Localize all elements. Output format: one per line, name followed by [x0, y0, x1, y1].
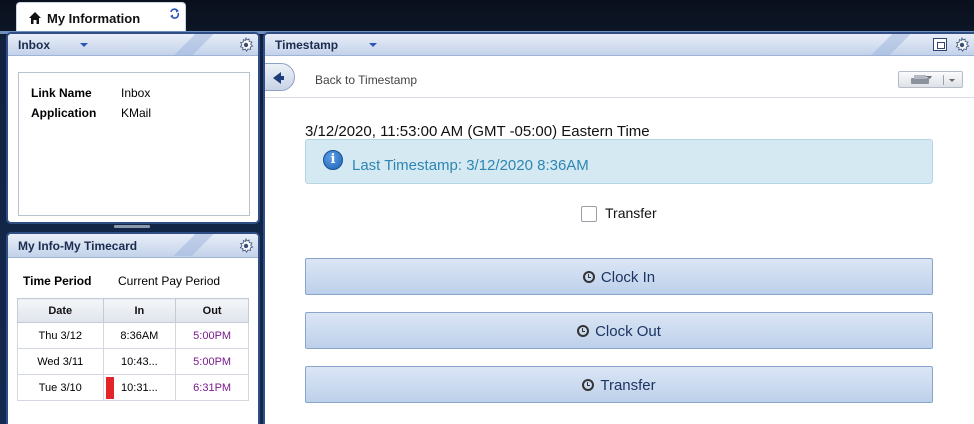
column-header-in[interactable]: In [102, 298, 177, 323]
link-info-box: Link Name Inbox Application KMail [18, 72, 250, 216]
timecard-panel-header: My Info-My Timecard [8, 234, 258, 258]
column-header-out[interactable]: Out [175, 298, 249, 323]
back-button[interactable] [265, 63, 295, 91]
clock-icon [582, 271, 595, 283]
table-row[interactable]: Tue 3/10 10:31... 6:31PM [17, 374, 249, 401]
inbox-panel-title: Inbox [18, 38, 50, 52]
timecard-panel: My Info-My Timecard Time Period Current … [6, 232, 260, 424]
timecard-table: Date In Out Thu 3/12 8:36AM 5:00PM Wed 3… [17, 298, 249, 401]
table-row[interactable]: Thu 3/12 8:36AM 5:00PM [17, 322, 249, 349]
inbox-panel: Inbox Link Name Inbox Application KMail [6, 32, 260, 224]
timestamp-panel-header: Timestamp [265, 34, 974, 56]
refresh-icon[interactable] [169, 8, 180, 19]
row-out: 5:00PM [175, 322, 249, 349]
transfer-checkbox[interactable] [581, 206, 597, 222]
transfer-checkbox-label[interactable]: Transfer [605, 205, 657, 221]
inbox-panel-header: Inbox [8, 34, 258, 56]
row-out: 6:31PM [175, 374, 249, 401]
home-icon [29, 12, 41, 24]
gear-icon[interactable] [238, 37, 254, 53]
current-datetime: 3/12/2020, 11:53:00 AM (GMT -05:00) East… [305, 123, 650, 140]
separator [943, 75, 944, 85]
header-decoration [158, 34, 228, 56]
print-button[interactable] [898, 71, 963, 88]
table-row[interactable]: Wed 3/11 10:43... 5:00PM [17, 348, 249, 375]
inbox-menu-dropdown-icon[interactable] [80, 43, 88, 47]
tab-my-information[interactable]: My Information [16, 2, 186, 32]
back-link[interactable]: Back to Timestamp [315, 73, 417, 87]
last-timestamp-text: Last Timestamp: 3/12/2020 8:36AM [352, 157, 589, 174]
time-period-value: Current Pay Period [118, 274, 221, 288]
printer-icon [911, 75, 932, 84]
tab-title: My Information [47, 11, 141, 26]
clock-icon [582, 379, 595, 391]
row-in: 8:36AM [102, 322, 177, 349]
row-in-cell: 10:31... [102, 374, 177, 401]
timecard-panel-title: My Info-My Timecard [18, 239, 138, 253]
panel-resize-handle[interactable] [114, 225, 150, 228]
row-out: 5:00PM [175, 348, 249, 375]
clock-in-button[interactable]: Clock In [305, 258, 933, 295]
clock-out-button[interactable]: Clock Out [305, 312, 933, 349]
row-date: Wed 3/11 [17, 348, 104, 375]
transfer-button[interactable]: Transfer [305, 366, 933, 403]
clock-out-label: Clock Out [595, 323, 661, 340]
column-header-date[interactable]: Date [17, 298, 104, 323]
gear-icon[interactable] [954, 37, 970, 53]
timestamp-menu-dropdown-icon[interactable] [369, 43, 377, 47]
time-period-label: Time Period [23, 274, 92, 288]
row-date: Tue 3/10 [17, 374, 104, 401]
clock-icon [577, 325, 590, 337]
header-decoration [158, 234, 228, 256]
row-in: 10:31... [121, 381, 158, 394]
row-in: 10:43... [102, 348, 177, 375]
row-date: Thu 3/12 [17, 322, 104, 349]
application-value: KMail [121, 106, 152, 120]
maximize-icon[interactable] [933, 38, 947, 51]
header-decoration [855, 34, 925, 56]
last-timestamp-info: i Last Timestamp: 3/12/2020 8:36AM [305, 139, 933, 184]
application-label: Application [31, 106, 97, 120]
gear-icon[interactable] [238, 238, 254, 254]
timestamp-panel-title: Timestamp [275, 38, 339, 52]
timestamp-panel: Timestamp Back to Timestamp 3/12/2020, 1… [263, 32, 974, 424]
info-icon: i [323, 150, 343, 170]
transfer-label: Transfer [600, 377, 656, 394]
link-name-value: Inbox [121, 86, 151, 100]
exception-flag-icon [105, 377, 114, 399]
chevron-down-icon[interactable] [949, 79, 955, 82]
back-arrow-icon [273, 72, 284, 84]
clock-in-label: Clock In [600, 269, 656, 286]
link-name-label: Link Name [31, 86, 92, 100]
navigation-bar: Back to Timestamp [265, 56, 974, 98]
